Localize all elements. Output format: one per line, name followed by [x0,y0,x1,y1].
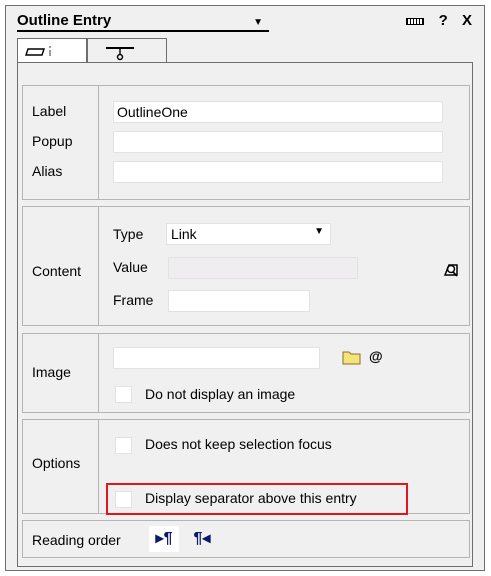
reading-order-section: Reading order ▸¶ ¶◂ [22,520,470,558]
label-field-label: Label [32,103,67,119]
type-label: Type [113,226,144,242]
frame-label: Frame [113,292,154,308]
pin-icon [106,47,134,61]
image-section-label: Image [32,364,71,380]
frame-input[interactable] [168,290,310,312]
dialog-title[interactable]: Outline Entry ▼ [17,12,269,32]
section-divider [98,334,99,412]
no-image-checkbox[interactable] [115,386,132,403]
section-divider [98,207,99,325]
naming-section: Label OutlineOne Popup Alias [22,85,470,200]
folder-icon[interactable] [341,348,363,366]
section-divider [98,86,99,199]
separator-option-highlight [106,483,408,515]
dialog-title-text: Outline Entry [17,12,112,29]
tab-entry[interactable] [17,38,87,62]
ltr-order-icon: ▸¶ [155,530,173,547]
label-input[interactable]: OutlineOne [113,101,443,123]
type-select[interactable]: Link ▼ [166,223,331,245]
insert-at-icon[interactable]: @ [369,348,383,364]
close-icon[interactable]: X [462,12,472,29]
popup-input[interactable] [113,131,443,153]
no-image-label: Do not display an image [145,386,296,402]
ltr-order-button[interactable]: ▸¶ [149,526,179,552]
reading-order-buttons: ▸¶ ¶◂ [149,526,219,552]
section-divider [98,420,99,513]
alias-field-label: Alias [32,163,63,179]
help-icon[interactable]: ? [439,12,448,29]
rtl-order-icon: ¶◂ [193,530,211,547]
value-input[interactable] [168,257,358,279]
chevron-down-icon: ▼ [314,226,324,237]
chevron-down-icon[interactable]: ▼ [253,17,263,28]
title-bar: Outline Entry ▼ ? X [6,6,484,34]
page-info-icon [25,46,51,56]
content-section-label: Content [32,263,82,279]
rtl-order-button[interactable]: ¶◂ [187,526,217,552]
titlebar-icons: ? X [396,12,472,29]
reading-order-label: Reading order [32,532,121,548]
content-section: Content Type Link ▼ Value Frame [22,206,470,326]
options-section-label: Options [32,455,81,471]
no-focus-label: Does not keep selection focus [145,436,332,452]
grip-icon[interactable] [406,17,425,25]
no-focus-checkbox[interactable] [115,437,132,454]
popup-field-label: Popup [32,133,73,149]
image-section: Image @ Do not display an image [22,333,470,413]
alias-input[interactable] [113,161,443,183]
value-label: Value [113,259,148,275]
image-input[interactable] [113,347,320,369]
tab-separator[interactable] [87,38,167,62]
type-select-value: Link [171,226,197,242]
outline-entry-dialog: Outline Entry ▼ ? X Label OutlineOne Pop… [5,5,485,571]
link-picker-icon[interactable] [441,259,461,279]
